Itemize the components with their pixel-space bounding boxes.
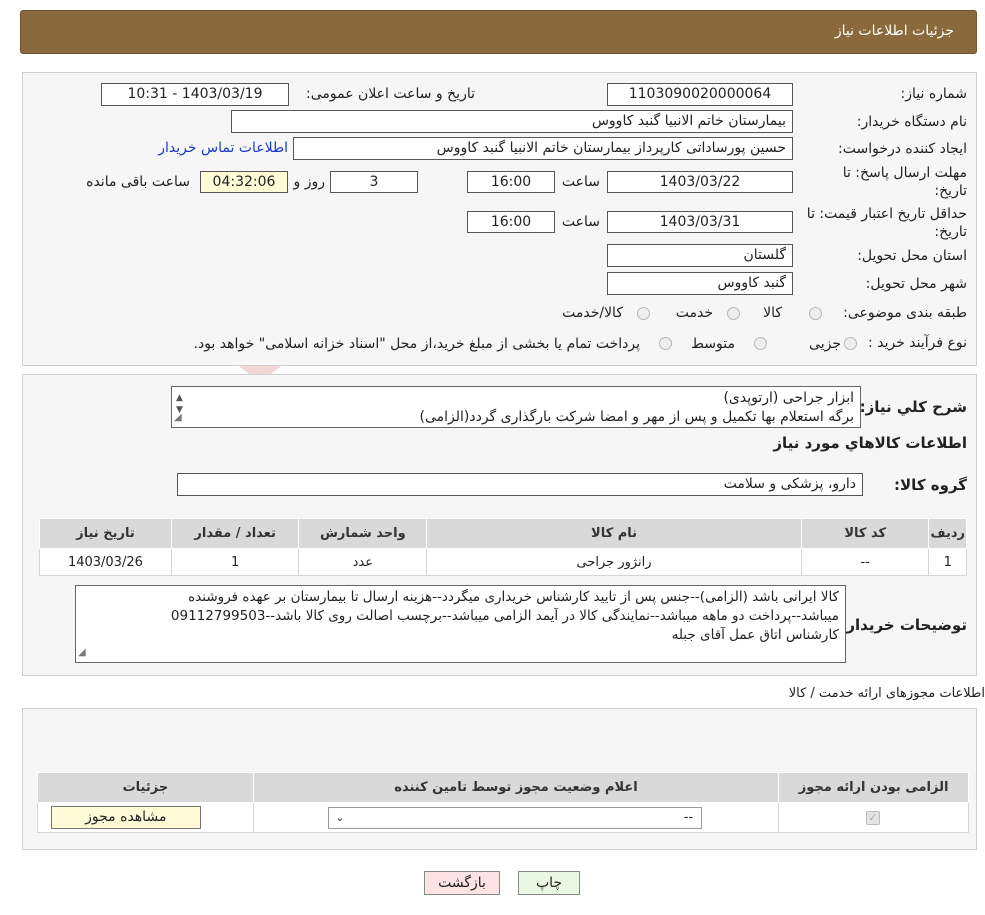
process-radio-treasury[interactable] [659,337,672,350]
cell-name: رانژور جراحی [426,548,802,576]
summary-label: شرح کلي نياز: [859,398,967,416]
table-row: ✓ -- ⌄ مشاهده مجوز [37,802,969,833]
price-validity-date-field: 1403/03/31 [607,211,793,233]
price-validity-label: حداقل تاریخ اعتبار قیمت: تا [806,206,967,222]
permit-status-value: -- [683,810,694,825]
province-label: استان محل تحویل: [857,248,967,264]
deadline-label: مهلت ارسال پاسخ: تا [842,165,967,181]
days-label: روز و [293,174,326,190]
price-validity-time-field: 16:00 [467,211,555,233]
category-option-goods-service: کالا/خدمت [562,305,623,321]
need-number-field: 1103090020000064 [607,83,793,106]
resize-handle-icon[interactable]: ◢ [78,643,86,662]
cell-unit: عدد [298,548,428,576]
col-date: تاریخ نیاز [39,518,172,549]
view-permit-button[interactable]: مشاهده مجوز [50,806,201,829]
col-code: کد کالا [800,518,930,549]
process-option-medium: متوسط [691,336,735,352]
table-row: 1 -- رانژور جراحی عدد 1 1403/03/26 [39,548,967,576]
summary-line-2: برگه استعلام بها تکمیل و پس از مهر و امض… [419,409,855,425]
permit-status-select[interactable]: -- ⌄ [328,807,703,829]
permits-table-header: الزامی بودن ارائه مجوز اعلام وضعیت مجوز … [37,772,969,803]
buyer-notes-line-1: کالا ایرانی باشد (الزامی)--جنس پس از تای… [188,589,839,605]
buyer-contact-link[interactable]: اطلاعات تماس خریدار [158,140,288,156]
process-type-label: نوع فرآیند خرید : [868,335,967,351]
category-label: طبقه بندی موضوعی: [843,305,967,321]
buyer-notes-label: توضیحات خریدار: [840,616,967,634]
requester-label: ایجاد کننده درخواست: [838,141,967,157]
city-label: شهر محل تحویل: [865,276,967,292]
category-option-goods: کالا [763,305,782,321]
buyer-org-field: بیمارستان خاتم الانبیا گنبد کاووس [231,110,793,133]
process-option-minor: جزیی [809,336,841,352]
col-row: رديف [928,518,967,549]
process-treasury-note: پرداخت تمام یا بخشی از مبلغ خرید،از محل … [193,336,640,352]
need-number-label: شماره نیاز: [900,86,968,102]
permits-table: الزامی بودن ارائه مجوز اعلام وضعیت مجوز … [37,772,969,833]
cell-permit-required: ✓ [778,802,969,833]
category-radio-goods-service[interactable] [637,307,650,320]
goods-table-header: رديف کد کالا نام کالا واحد شمارش تعداد /… [39,518,967,549]
category-radio-goods[interactable] [809,307,822,320]
print-button[interactable]: چاپ [518,871,580,895]
page-title: جزئیات اطلاعات نیاز [834,23,954,39]
city-field: گنبد کاووس [607,272,793,295]
cell-permit-status: -- ⌄ [252,802,780,833]
deadline-time-label: ساعت [561,174,600,190]
back-button[interactable]: بازگشت [424,871,500,895]
buyer-notes-line-2: میباشد--پرداخت دو ماهه میباشد--نمایندگی … [170,608,839,624]
announce-datetime-field: 1403/03/19 - 10:31 [101,83,289,106]
deadline-label-date: تاریخ: [934,183,967,199]
goods-section-title: اطلاعات کالاهاي مورد نياز [773,434,967,452]
process-radio-medium[interactable] [754,337,767,350]
permit-required-checkbox: ✓ [866,811,880,825]
goods-table: رديف کد کالا نام کالا واحد شمارش تعداد /… [39,518,967,576]
summary-line-1: ابزار جراحی (ارتوپدی) [723,390,854,406]
buyer-org-label: نام دستگاه خریدار: [856,114,967,130]
col-permit-details: جزئیات [37,772,254,803]
goods-group-label: گروه کالا: [894,476,967,494]
cell-date: 1403/03/26 [39,548,172,576]
remaining-days-field: 3 [330,171,418,193]
price-validity-time-label: ساعت [561,214,600,230]
price-validity-label-date: تاریخ: [934,224,967,240]
summary-textarea[interactable]: ابزار جراحی (ارتوپدی) برگه استعلام بها ت… [171,386,861,428]
cell-qty: 1 [170,548,300,576]
chevron-down-icon: ⌄ [335,811,345,824]
category-radio-service[interactable] [727,307,740,320]
col-name: نام کالا [426,518,802,549]
goods-group-field: دارو، پزشکی و سلامت [177,473,863,496]
col-permit-status: اعلام وضعیت مجوز توسط تامین کننده [252,772,780,803]
resize-handle-icon[interactable]: ◢ [174,408,182,427]
announce-datetime-label: تاریخ و ساعت اعلان عمومی: [306,86,475,102]
province-field: گلستان [607,244,793,267]
cell-code: -- [800,548,930,576]
buyer-notes-line-3: کارشناس اتاق عمل آقای جبله [671,627,839,643]
buyer-notes-textarea[interactable]: کالا ایرانی باشد (الزامی)--جنس پس از تای… [75,585,846,663]
page-header: جزئیات اطلاعات نیاز [20,10,977,54]
col-unit: واحد شمارش [298,518,428,549]
process-radio-minor[interactable] [844,337,857,350]
requester-field: حسین پورساداتی کارپرداز بیمارستان خاتم ا… [293,137,793,160]
permits-section-title: اطلاعات مجوزهای ارائه خدمت / کالا [788,686,985,701]
deadline-time-field: 16:00 [467,171,555,193]
col-qty: تعداد / مقدار [170,518,300,549]
cell-row: 1 [928,548,967,576]
category-option-service: خدمت [675,305,713,321]
cell-permit-details: مشاهده مجوز [37,802,254,833]
remaining-time-field: 04:32:06 [200,171,288,193]
remaining-time-label: ساعت باقی مانده [86,174,190,190]
deadline-date-field: 1403/03/22 [607,171,793,193]
col-permit-required: الزامی بودن ارائه مجوز [778,772,969,803]
